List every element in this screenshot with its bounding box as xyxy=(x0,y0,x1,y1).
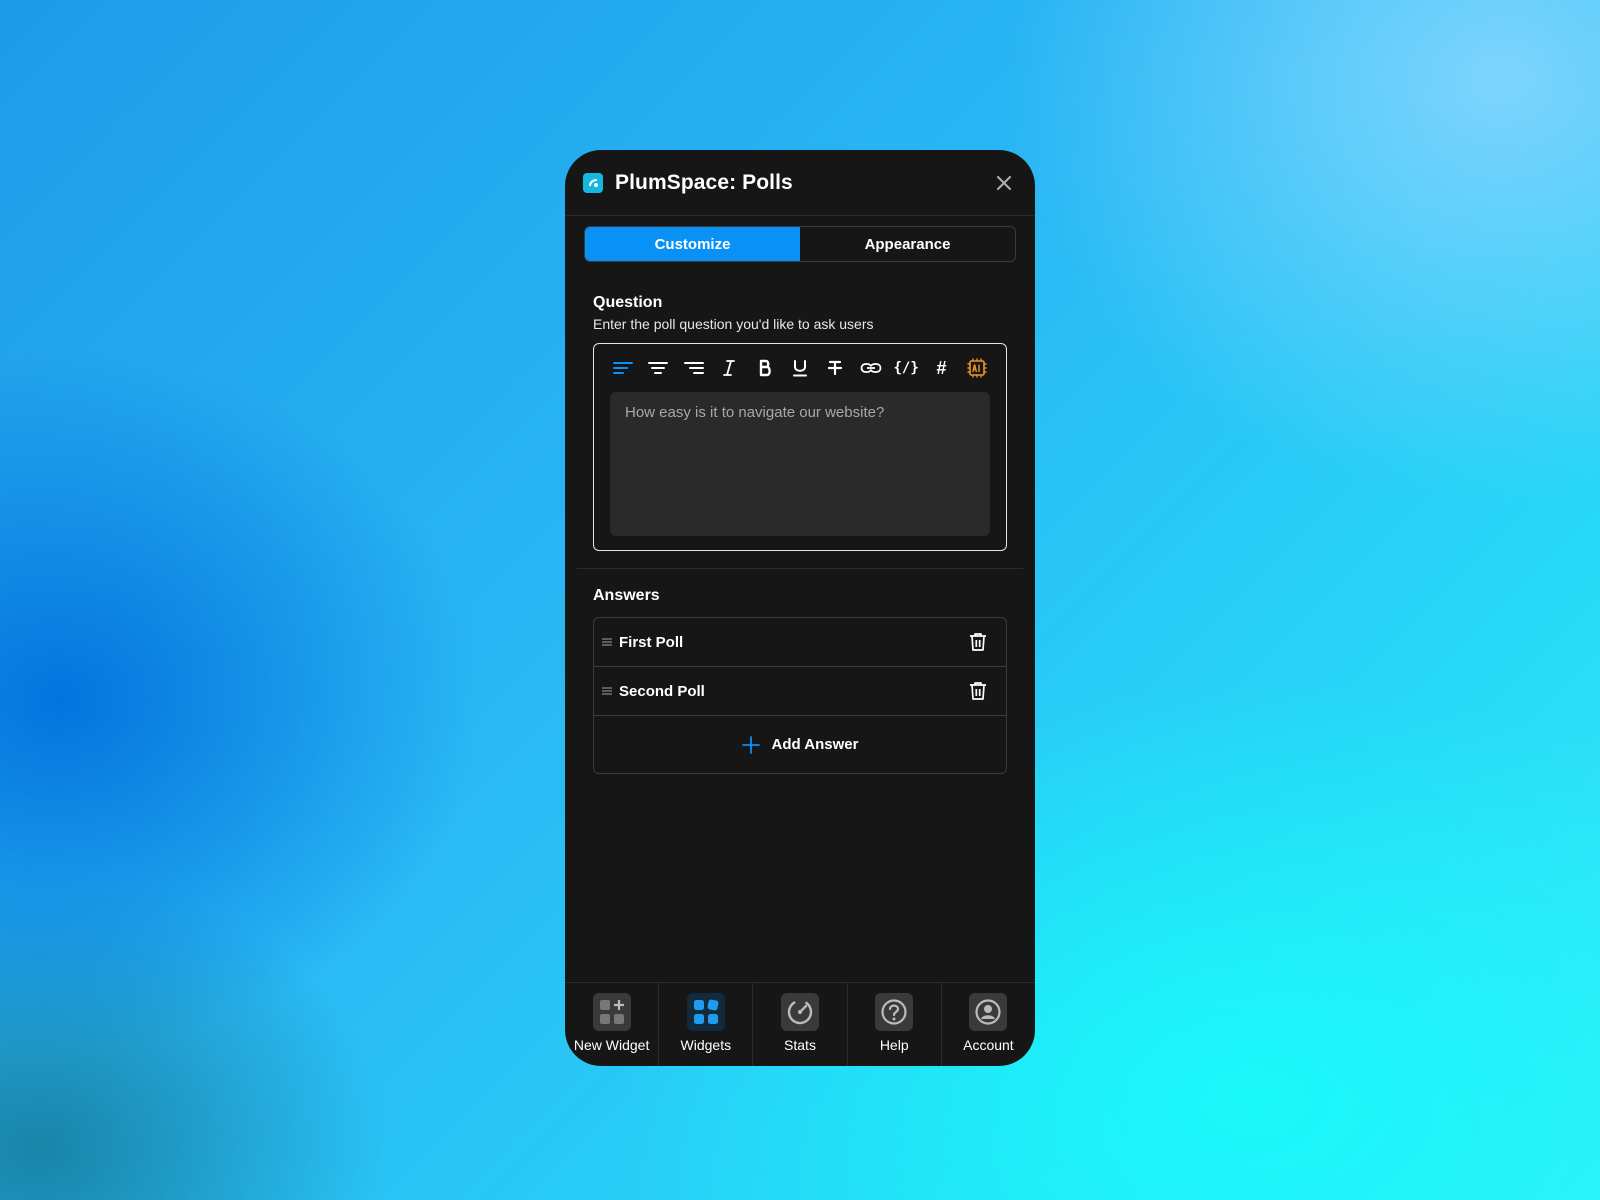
question-input[interactable] xyxy=(610,392,990,536)
mode-tabs: Customize Appearance xyxy=(584,226,1016,262)
underline-icon[interactable] xyxy=(787,355,813,381)
nav-label: Stats xyxy=(784,1037,816,1053)
bold-icon[interactable] xyxy=(752,355,778,381)
nav-label: Account xyxy=(963,1037,1014,1053)
bottom-nav: New Widget Widgets Stats Help Account xyxy=(565,982,1035,1066)
hash-icon[interactable]: # xyxy=(929,355,955,381)
question-editor: {/} # xyxy=(593,343,1007,551)
nav-label: Help xyxy=(879,1037,909,1053)
add-answer-label: Add Answer xyxy=(771,736,859,753)
panel-header: PlumSpace: Polls xyxy=(565,150,1035,216)
align-left-icon[interactable] xyxy=(610,355,636,381)
add-answer-button[interactable]: Add Answer xyxy=(594,716,1006,773)
list-item[interactable]: Second Poll xyxy=(594,667,1006,716)
strikethrough-icon[interactable] xyxy=(822,355,848,381)
question-heading: Question xyxy=(593,294,663,311)
nav-new-widget[interactable]: New Widget xyxy=(565,983,660,1066)
nav-help[interactable]: Help xyxy=(848,983,942,1066)
nav-label: New Widget xyxy=(573,1037,650,1053)
code-icon[interactable]: {/} xyxy=(893,355,919,381)
ai-chip-icon[interactable] xyxy=(964,355,990,381)
app-logo-icon xyxy=(583,172,603,193)
answers-list: First Poll Second Poll Add Answer xyxy=(593,617,1007,774)
drag-handle-icon[interactable] xyxy=(594,687,619,695)
trash-icon[interactable] xyxy=(966,630,990,654)
tab-customize[interactable]: Customize xyxy=(585,227,800,261)
nav-stats[interactable]: Stats xyxy=(753,983,848,1066)
plus-icon xyxy=(741,735,760,754)
app-title: PlumSpace: Polls xyxy=(615,170,793,194)
answers-heading: Answers xyxy=(593,587,660,604)
question-section: Question Enter the poll question you'd l… xyxy=(565,294,1035,551)
new-widget-icon xyxy=(592,993,631,1031)
question-description: Enter the poll question you'd like to as… xyxy=(593,316,874,332)
section-divider xyxy=(577,568,1023,569)
help-icon xyxy=(875,993,914,1031)
nav-label: Widgets xyxy=(680,1037,732,1053)
list-item[interactable]: First Poll xyxy=(594,618,1006,667)
italic-icon[interactable] xyxy=(716,355,742,381)
polls-panel: PlumSpace: Polls Customize Appearance Qu… xyxy=(565,150,1035,1066)
stats-icon xyxy=(781,993,819,1031)
nav-widgets[interactable]: Widgets xyxy=(659,983,754,1066)
editor-toolbar: {/} # xyxy=(610,344,990,392)
close-icon[interactable] xyxy=(991,170,1017,196)
widgets-icon xyxy=(686,993,725,1031)
align-center-icon[interactable] xyxy=(645,355,671,381)
answers-section: Answers First Poll Second Poll Add Answe… xyxy=(565,587,1035,774)
nav-account[interactable]: Account xyxy=(942,983,1035,1066)
align-right-icon[interactable] xyxy=(681,355,707,381)
drag-handle-icon[interactable] xyxy=(594,638,619,646)
account-icon xyxy=(969,993,1008,1031)
answer-label[interactable]: Second Poll xyxy=(619,683,705,700)
trash-icon[interactable] xyxy=(966,679,990,703)
answer-label[interactable]: First Poll xyxy=(619,634,683,651)
tab-appearance[interactable]: Appearance xyxy=(800,227,1015,261)
link-icon[interactable] xyxy=(858,355,884,381)
